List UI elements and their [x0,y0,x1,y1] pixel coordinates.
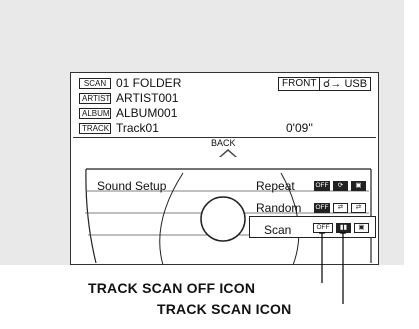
track-scan-off-callout: TRACK SCAN OFF ICON [88,280,256,296]
track-scan-callout: TRACK SCAN ICON [157,301,292,317]
